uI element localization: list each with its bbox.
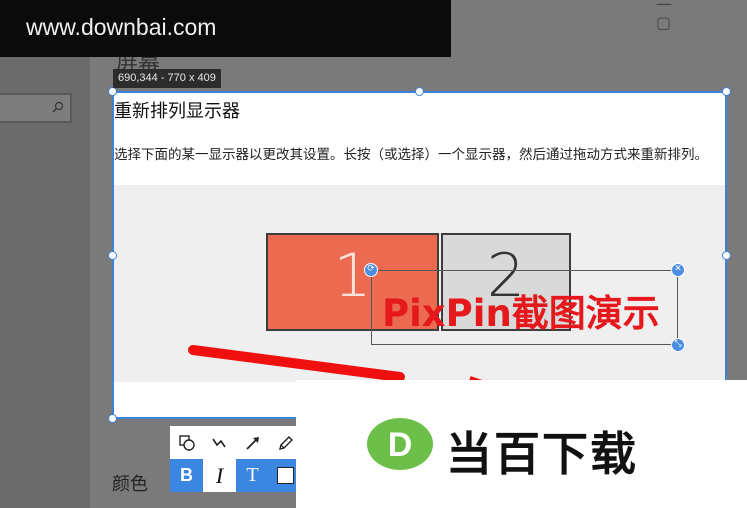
resize-annotation-icon[interactable]: ⤡: [671, 338, 685, 352]
rearrange-title: 重新排列显示器: [114, 101, 240, 122]
pencil-icon: [278, 435, 293, 450]
polyline-icon: [211, 438, 226, 447]
resize-handle-top-right[interactable]: [722, 87, 731, 96]
site-logo-panel: D 当百下载: [296, 380, 747, 508]
resize-handle-right[interactable]: [722, 251, 731, 260]
window-controls[interactable]: — ▢: [656, 0, 747, 32]
polyline-tool-button[interactable]: [203, 426, 236, 459]
selection-size-tooltip: 690,344 - 770 x 409: [113, 69, 221, 88]
annotation-toolbar: B I T: [170, 426, 302, 496]
arrow-icon: [245, 436, 259, 450]
settings-nav-pane: [0, 0, 90, 508]
resize-handle-top-left[interactable]: [108, 87, 117, 96]
shapes-icon: [178, 434, 195, 451]
settings-search-box[interactable]: [0, 93, 72, 123]
resize-handle-left[interactable]: [108, 251, 117, 260]
logo-mark-letter: D: [388, 426, 413, 464]
logo-wordmark: 当百下载: [446, 427, 638, 481]
rearrange-description: 选择下面的某一显示器以更改其设置。长按（或选择）一个显示器，然后通过拖动方式来重…: [114, 147, 708, 163]
bold-button[interactable]: B: [170, 459, 203, 492]
color-label: 颜色: [112, 474, 148, 495]
site-watermark: www.downbai.com: [0, 0, 451, 57]
italic-button[interactable]: I: [203, 459, 236, 492]
watermark-text: www.downbai.com: [26, 14, 217, 40]
text-annotation[interactable]: PixPin截图演示: [382, 283, 660, 337]
resize-handle-top[interactable]: [415, 87, 424, 96]
search-icon: [52, 101, 64, 113]
shape-tool-button[interactable]: [170, 426, 203, 459]
outline-text-button[interactable]: T: [236, 459, 269, 492]
close-annotation-icon[interactable]: ✕: [671, 263, 685, 277]
toolbar-text-style-row: B I T: [170, 459, 302, 492]
fill-swatch-icon: [277, 467, 294, 484]
resize-handle-bottom-left[interactable]: [108, 414, 117, 423]
arrow-tool-button[interactable]: [236, 426, 269, 459]
toolbar-tools-row: [170, 426, 302, 459]
rotate-handle-icon[interactable]: ⟳: [364, 263, 378, 277]
downbai-logo-icon: D: [367, 418, 433, 470]
capture-region[interactable]: 重新排列显示器 选择下面的某一显示器以更改其设置。长按（或选择）一个显示器，然后…: [112, 91, 727, 419]
